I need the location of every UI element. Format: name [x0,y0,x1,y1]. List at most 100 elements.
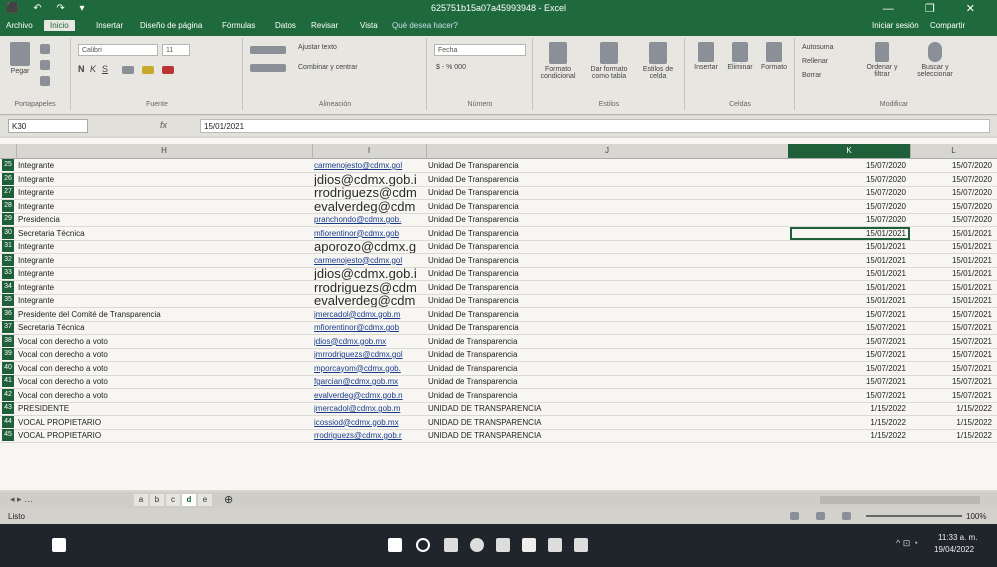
zoom-level[interactable]: 100% [966,512,986,521]
tab-archivo[interactable]: Archivo [6,21,33,30]
app-icon[interactable] [574,538,588,552]
column-header-l[interactable]: L [910,144,997,158]
cell-i[interactable]: carmenojesto@cdmx.gol [314,159,427,172]
fill-color-icon[interactable] [142,66,154,74]
cell-j[interactable]: UNIDAD DE TRANSPARENCIA [428,402,788,415]
cell-j[interactable]: Unidad De Transparencia [428,254,788,267]
cell-k[interactable]: 15/01/2021 [790,281,910,294]
merge-center-button[interactable]: Combinar y centrar [298,64,358,71]
cell-j[interactable]: Unidad De Transparencia [428,227,788,240]
windows-start-icon[interactable] [388,538,402,552]
cell-k[interactable]: 15/01/2021 [790,240,910,253]
row-number[interactable]: 27 [2,186,14,198]
cell-i[interactable]: evalverdeg@cdm [314,294,427,307]
row-number[interactable]: 25 [2,159,14,171]
autosum-button[interactable]: Autosuma [802,44,834,51]
row-number[interactable]: 44 [2,415,14,428]
share-button[interactable]: Compartir [930,21,965,30]
cell-k[interactable]: 15/07/2020 [790,173,910,186]
row-number[interactable]: 43 [2,402,14,414]
tell-me-box[interactable]: Qué desea hacer? [392,21,458,30]
cell-k[interactable]: 15/07/2021 [790,389,910,402]
cell-i[interactable]: aporozo@cdmx.g [314,240,427,253]
row-number[interactable]: 35 [2,294,14,306]
cell-l[interactable]: 15/01/2021 [912,240,992,253]
cell-h[interactable]: Secretaria Técnica [18,321,312,334]
clear-button[interactable]: Borrar [802,72,821,79]
row-number[interactable]: 28 [2,199,14,212]
cell-j[interactable]: Unidad De Transparencia [428,240,788,253]
sheet-tab-c[interactable]: c [166,494,180,506]
tray-icons[interactable]: ^ ⊡ ◔ [896,538,918,549]
cell-l[interactable]: 1/15/2022 [912,429,992,442]
cell-h[interactable]: Vocal con derecho a voto [18,362,312,375]
conditional-format-button[interactable]: Formato condicional [538,42,578,80]
cell-h[interactable]: Vocal con derecho a voto [18,335,312,348]
row-number[interactable]: 33 [2,267,14,279]
cell-k[interactable]: 15/01/2021 [790,254,910,267]
zoom-slider[interactable] [866,515,962,517]
cell-j[interactable]: Unidad De Transparencia [428,294,788,307]
wrap-text-button[interactable]: Ajustar texto [298,44,337,51]
tab-datos[interactable]: Datos [275,21,296,30]
row-number[interactable]: 40 [2,361,14,374]
sheet-tab-a[interactable]: a [134,494,148,506]
cut-icon[interactable] [40,44,50,54]
cell-i[interactable]: icossiod@cdmx.gob.mx [314,416,427,429]
cell-j[interactable]: UNIDAD DE TRANSPARENCIA [428,416,788,429]
cell-styles-button[interactable]: Estilos de celda [638,42,678,80]
row-number[interactable]: 45 [2,429,14,441]
column-header-j[interactable]: J [426,144,789,158]
currency-button[interactable]: $ - % 000 [436,64,466,71]
task-view-icon[interactable] [52,538,66,552]
cell-h[interactable]: Integrante [18,159,312,172]
cell-l[interactable]: 15/07/2020 [912,173,992,186]
cell-h[interactable]: Integrante [18,281,312,294]
cell-h[interactable]: Integrante [18,200,312,213]
cell-l[interactable]: 15/07/2021 [912,348,992,361]
cell-h[interactable]: Integrante [18,240,312,253]
cell-i[interactable]: pranchondo@cdmx.gob. [314,213,427,226]
cell-l[interactable]: 15/07/2021 [912,321,992,334]
cell-k[interactable]: 15/01/2021 [790,226,910,240]
name-box[interactable]: K30 [8,119,88,133]
row-number[interactable]: 38 [2,334,14,347]
sheet-nav-arrows[interactable]: ◂ ▸ … [10,494,33,505]
cell-i[interactable]: rrodriguezs@cdm [314,186,427,199]
tab-diseno-pagina[interactable]: Diseño de página [140,21,202,30]
cell-k[interactable]: 15/07/2021 [790,362,910,375]
sheet-tab-e[interactable]: e [198,494,212,506]
cell-h[interactable]: Integrante [18,267,312,280]
column-header-k[interactable]: K [788,144,911,158]
cell-i[interactable]: jmrrodriguezs@cdmx.gol [314,348,427,361]
cell-j[interactable]: Unidad de Transparencia [428,389,788,402]
cell-j[interactable]: Unidad de Transparencia [428,335,788,348]
format-table-button[interactable]: Dar formato como tabla [586,42,632,80]
cell-i[interactable]: mfiorentinor@cdmx.gob [314,321,427,334]
task-view-button-icon[interactable] [444,538,458,552]
format-cells-button[interactable]: Formato [758,42,790,71]
cell-j[interactable]: Unidad De Transparencia [428,308,788,321]
cell-i[interactable]: jmercadol@cdmx.gob.m [314,402,427,415]
sort-filter-button[interactable]: Ordenar y filtrar [860,42,904,78]
cell-l[interactable]: 15/07/2021 [912,389,992,402]
copy-icon[interactable] [40,60,50,70]
cell-l[interactable]: 15/07/2020 [912,213,992,226]
sheet-tab-b[interactable]: b [150,494,164,506]
insert-cells-button[interactable]: Insertar [690,42,722,71]
cell-j[interactable]: Unidad De Transparencia [428,321,788,334]
cell-k[interactable]: 15/07/2021 [790,321,910,334]
cell-j[interactable]: Unidad De Transparencia [428,200,788,213]
cell-k[interactable]: 15/07/2020 [790,186,910,199]
cell-h[interactable]: Integrante [18,294,312,307]
fill-button[interactable]: Rellenar [802,58,828,65]
cell-k[interactable]: 15/01/2021 [790,294,910,307]
cell-j[interactable]: Unidad de Transparencia [428,362,788,375]
cell-i[interactable]: jdios@cdmx.gob.i [314,267,427,280]
row-number[interactable]: 29 [2,213,14,225]
signin-link[interactable]: Iniciar sesión [872,21,919,30]
cell-k[interactable]: 15/07/2021 [790,375,910,388]
row-number[interactable]: 37 [2,321,14,333]
row-number[interactable]: 41 [2,375,14,387]
edge-icon[interactable] [470,538,484,552]
